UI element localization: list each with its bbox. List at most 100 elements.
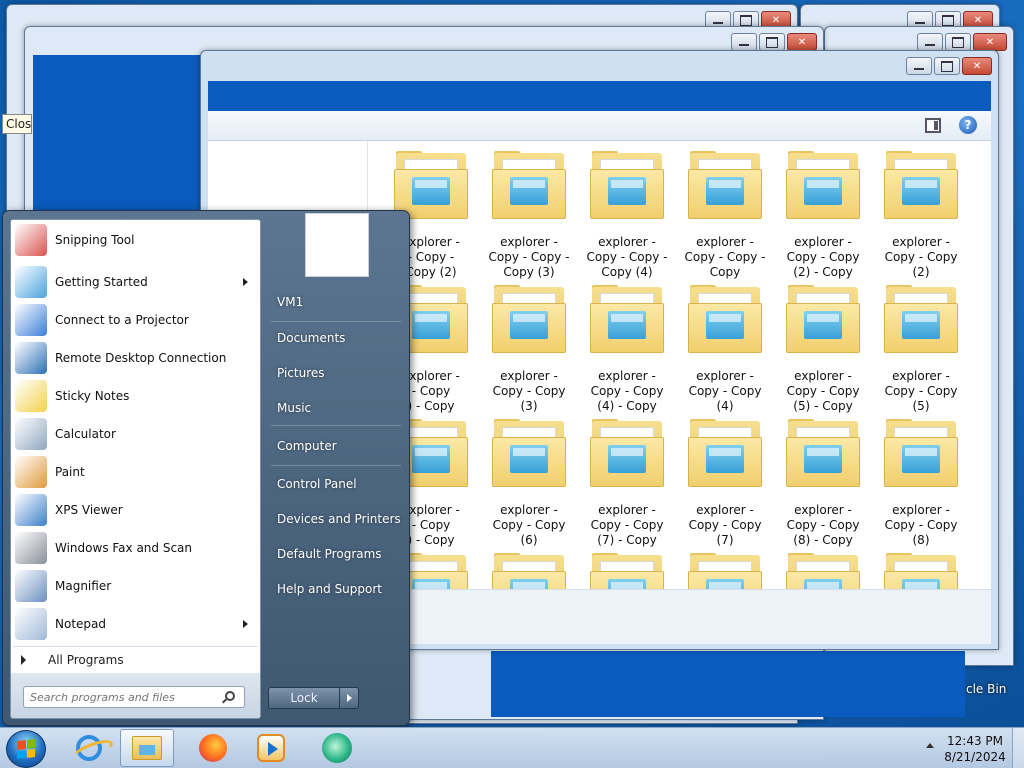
start-menu-place-2[interactable]: Documents xyxy=(277,331,345,345)
folder-icon xyxy=(590,419,664,489)
close-button[interactable]: ✕ xyxy=(973,33,1007,51)
all-programs-button[interactable]: All Programs xyxy=(10,647,261,673)
maximize-button[interactable] xyxy=(934,57,960,75)
start-menu-item-label: Snipping Tool xyxy=(55,233,135,247)
search-icon[interactable] xyxy=(225,691,235,701)
help-icon[interactable]: ? xyxy=(959,116,977,134)
folder-item[interactable] xyxy=(872,553,970,589)
folder-item[interactable]: explorer - Copy - Copy - Copy xyxy=(676,151,774,285)
taskbar-app[interactable] xyxy=(310,729,364,767)
folder-item[interactable]: explorer - Copy - Copy (8) - Copy xyxy=(774,419,872,553)
maximize-button[interactable] xyxy=(759,33,785,51)
folder-label: explorer - Copy - Copy (2) - Copy xyxy=(786,235,860,279)
start-menu-item-label: Getting Started xyxy=(55,275,148,289)
folder-item[interactable] xyxy=(774,553,872,589)
folder-icon xyxy=(492,419,566,489)
minimize-button[interactable] xyxy=(906,57,932,75)
start-menu-item[interactable]: Getting Started xyxy=(11,264,260,300)
start-menu-item[interactable]: Calculator xyxy=(11,416,260,452)
lock-button[interactable]: Lock xyxy=(268,687,340,709)
folder-icon xyxy=(688,553,762,589)
folder-icon xyxy=(786,285,860,355)
start-menu-item-label: Notepad xyxy=(55,617,106,631)
paint-palette-icon xyxy=(15,456,47,488)
folder-item[interactable] xyxy=(578,553,676,589)
start-menu-item[interactable]: Paint xyxy=(11,454,260,490)
folder-item[interactable]: explorer - Copy - Copy (5) xyxy=(872,285,970,419)
start-menu-item[interactable]: Windows Fax and Scan xyxy=(11,530,260,566)
taskbar-windows-explorer[interactable] xyxy=(120,729,174,767)
start-search-area xyxy=(10,673,261,719)
taskbar-internet-explorer[interactable] xyxy=(62,729,116,767)
address-bar[interactable] xyxy=(208,81,991,111)
start-menu-item[interactable]: Magnifier xyxy=(11,568,260,604)
all-programs-label: All Programs xyxy=(48,653,124,667)
start-menu-item-label: Paint xyxy=(55,465,85,479)
start-menu-item[interactable]: Remote Desktop Connection xyxy=(11,340,260,376)
start-menu-place-9[interactable]: Help and Support xyxy=(277,582,382,596)
folder-item[interactable] xyxy=(676,553,774,589)
folder-icon xyxy=(132,736,162,760)
folder-item[interactable]: explorer - Copy - Copy (7) - Copy xyxy=(578,419,676,553)
user-picture[interactable] xyxy=(305,213,369,277)
folder-icon xyxy=(590,285,664,355)
system-clock[interactable]: 12:43 PM 8/21/2024 xyxy=(940,733,1010,765)
start-search-input[interactable] xyxy=(23,686,245,708)
start-menu-programs: Snipping Tool Getting Started Connect to a… xyxy=(10,219,261,653)
start-menu-place-5[interactable]: Computer xyxy=(277,439,337,453)
show-hidden-icons-arrow[interactable] xyxy=(926,743,934,748)
start-menu-place-8[interactable]: Default Programs xyxy=(277,547,382,561)
close-button[interactable]: ✕ xyxy=(962,57,992,75)
start-menu-place-7[interactable]: Devices and Printers xyxy=(277,512,401,526)
folder-item[interactable]: explorer - Copy - Copy (3) xyxy=(480,285,578,419)
close-button[interactable]: ✕ xyxy=(787,33,817,51)
folder-item[interactable] xyxy=(480,553,578,589)
window-controls: ✕ xyxy=(731,33,817,51)
folder-item[interactable]: explorer - Copy - Copy (2) xyxy=(872,151,970,285)
start-menu-item-label: Calculator xyxy=(55,427,116,441)
folder-item[interactable]: explorer - Copy - Copy - Copy (3) xyxy=(480,151,578,285)
start-menu-place-3[interactable]: Pictures xyxy=(277,366,325,380)
start-menu-item-label: Connect to a Projector xyxy=(55,313,189,327)
folder-item[interactable]: explorer - Copy - Copy - Copy (4) xyxy=(578,151,676,285)
folder-item[interactable]: explorer - Copy - Copy (8) xyxy=(872,419,970,553)
taskbar-media-player[interactable] xyxy=(244,729,298,767)
folder-item[interactable]: explorer - Copy - Copy (2) - Copy xyxy=(774,151,872,285)
minimize-button[interactable] xyxy=(917,33,943,51)
folder-label: explorer - Copy - Copy (2) xyxy=(884,235,958,279)
start-menu-item[interactable]: Sticky Notes xyxy=(11,378,260,414)
maximize-button[interactable] xyxy=(945,33,971,51)
folder-item[interactable]: explorer - Copy - Copy (4) - Copy xyxy=(578,285,676,419)
folder-icon xyxy=(590,151,664,221)
minimize-button[interactable] xyxy=(731,33,757,51)
start-menu-place-4[interactable]: Music xyxy=(277,401,311,415)
folder-icon xyxy=(884,285,958,355)
taskbar-firefox[interactable] xyxy=(186,729,240,767)
folder-label: explorer - Copy - Copy (6) xyxy=(492,503,566,547)
start-menu-item[interactable]: Snipping Tool xyxy=(11,222,260,258)
folder-icon xyxy=(884,151,958,221)
show-desktop-button[interactable] xyxy=(1012,728,1024,768)
folder-item[interactable]: explorer - Copy - Copy (7) xyxy=(676,419,774,553)
start-menu-place-6[interactable]: Control Panel xyxy=(277,477,357,491)
sticky-notes-icon xyxy=(15,380,47,412)
start-menu-item[interactable]: Notepad xyxy=(11,606,260,642)
start-button[interactable] xyxy=(6,730,46,768)
folder-label: explorer - Copy - Copy (8) xyxy=(884,503,958,547)
notepad-icon xyxy=(15,608,47,640)
folder-item[interactable]: explorer - Copy - Copy (6) xyxy=(480,419,578,553)
folder-item[interactable]: explorer - Copy - Copy (4) xyxy=(676,285,774,419)
start-menu-item[interactable]: XPS Viewer xyxy=(11,492,260,528)
submenu-arrow-icon xyxy=(243,278,248,286)
recycle-bin-label[interactable]: cle Bin xyxy=(966,682,1006,696)
remote-desktop-icon xyxy=(15,342,47,374)
xps-viewer-icon xyxy=(15,494,47,526)
start-menu-place-1[interactable]: VM1 xyxy=(277,295,303,309)
file-list[interactable]: explorer - - Copy - Copy (2)explorer - C… xyxy=(368,141,991,589)
preview-pane-icon[interactable] xyxy=(925,118,941,133)
power-options-arrow-button[interactable] xyxy=(339,687,359,709)
start-menu: Snipping Tool Getting Started Connect to a… xyxy=(2,210,410,726)
folder-label: explorer - Copy - Copy (8) - Copy xyxy=(786,503,860,547)
start-menu-item[interactable]: Connect to a Projector xyxy=(11,302,260,338)
folder-item[interactable]: explorer - Copy - Copy (5) - Copy xyxy=(774,285,872,419)
